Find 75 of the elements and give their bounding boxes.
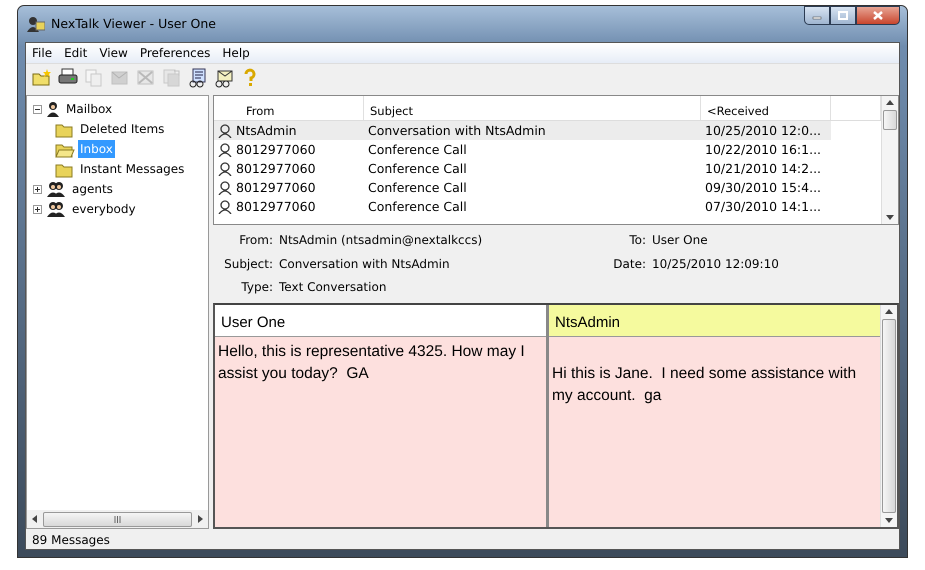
close-button[interactable] <box>856 6 900 25</box>
subject-cell[interactable]: Conference Call <box>364 140 701 159</box>
scrollbar-thumb[interactable] <box>43 512 192 526</box>
subject-cell[interactable]: Conversation with NtsAdmin <box>364 121 701 140</box>
sender-text[interactable]: 8012977060 <box>236 159 316 178</box>
scrollbar-thumb[interactable] <box>882 319 896 513</box>
close-icon <box>872 10 884 21</box>
menu-item[interactable]: View <box>93 44 134 62</box>
message-text: Hi this is Jane. I need some assistance with my account. ga <box>551 364 858 406</box>
tree-item[interactable]: agents <box>70 180 115 198</box>
subject-cell[interactable]: Conference Call <box>364 159 701 178</box>
participant-header: NtsAdmin <box>549 305 880 337</box>
people-icon <box>45 201 67 217</box>
status-text: 89 Messages <box>31 532 111 549</box>
field-label: Subject: <box>223 256 273 273</box>
document-glasses-icon <box>188 68 208 88</box>
sender-icon <box>218 142 232 156</box>
menu-item[interactable]: Help <box>216 44 256 62</box>
field-value: 10/25/2010 12:09:10 <box>652 256 779 273</box>
scroll-up-arrow[interactable] <box>885 308 893 316</box>
people-icon <box>45 181 67 197</box>
participant-header: User One <box>215 305 546 337</box>
message-text: Hello, this is representative 4325. How may I assist you today? GA <box>217 342 526 384</box>
new-folder-icon <box>32 68 52 88</box>
collapse-icon[interactable] <box>33 104 42 114</box>
field-value: Text Conversation <box>279 279 386 296</box>
field-label: From: <box>238 232 273 249</box>
menu-item[interactable]: File <box>26 44 58 62</box>
field-value: Conversation with NtsAdmin <box>279 256 450 273</box>
menu-item[interactable]: Preferences <box>134 44 216 62</box>
sender-icon <box>218 124 232 138</box>
copy-icon <box>84 68 104 88</box>
app-logo-icon <box>27 16 45 32</box>
date-cell[interactable]: 10/22/2010 16:1... <box>701 140 831 159</box>
sender-text[interactable]: 8012977060 <box>236 178 316 197</box>
tree-item[interactable]: everybody <box>70 200 138 218</box>
menu-item[interactable]: Edit <box>58 44 94 62</box>
scroll-right-arrow[interactable] <box>196 515 204 523</box>
grip-icon <box>114 516 121 522</box>
scrollbar-thumb[interactable] <box>883 110 897 130</box>
expand-icon[interactable] <box>33 204 42 214</box>
minimize-button[interactable] <box>804 6 830 25</box>
expand-icon[interactable] <box>33 184 42 194</box>
sender-text[interactable]: 8012977060 <box>236 197 316 216</box>
subject-cell[interactable]: Conference Call <box>364 197 701 216</box>
sender-icon <box>218 162 232 176</box>
column-header[interactable]: From <box>214 96 364 120</box>
scroll-down-arrow[interactable] <box>886 213 894 221</box>
sender-icon <box>218 200 232 214</box>
field-label: To: <box>628 232 646 249</box>
date-cell[interactable]: 10/21/2010 14:2... <box>701 159 831 178</box>
scroll-up-arrow[interactable] <box>886 99 894 107</box>
field-label: Date: <box>612 256 646 273</box>
column-header[interactable]: Subject <box>364 96 701 120</box>
subject-cell[interactable]: Conference Call <box>364 178 701 197</box>
column-header[interactable]: <Received <box>701 96 831 120</box>
maximize-button[interactable] <box>830 6 856 25</box>
window-title: NexTalk Viewer - User One <box>51 14 216 33</box>
sender-icon <box>218 180 232 194</box>
tree-item[interactable]: Mailbox <box>64 100 114 118</box>
tree-item[interactable]: Deleted Items <box>78 120 166 138</box>
mail-glasses-icon <box>214 68 234 88</box>
person-icon <box>45 101 61 117</box>
forward-icon <box>162 68 182 88</box>
date-cell[interactable]: 07/30/2010 14:1... <box>701 197 831 216</box>
date-cell[interactable]: 10/25/2010 12:0... <box>701 121 831 140</box>
sender-text[interactable]: 8012977060 <box>236 140 316 159</box>
field-label: Type: <box>240 279 273 296</box>
tree-item[interactable]: Instant Messages <box>78 160 186 178</box>
scroll-left-arrow[interactable] <box>31 515 39 523</box>
date-cell[interactable]: 09/30/2010 15:4... <box>701 178 831 197</box>
maximize-icon <box>838 11 848 20</box>
scroll-down-arrow[interactable] <box>885 516 893 524</box>
field-value: NtsAdmin (ntsadmin@nextalkccs) <box>279 232 482 249</box>
field-value: User One <box>652 232 708 249</box>
